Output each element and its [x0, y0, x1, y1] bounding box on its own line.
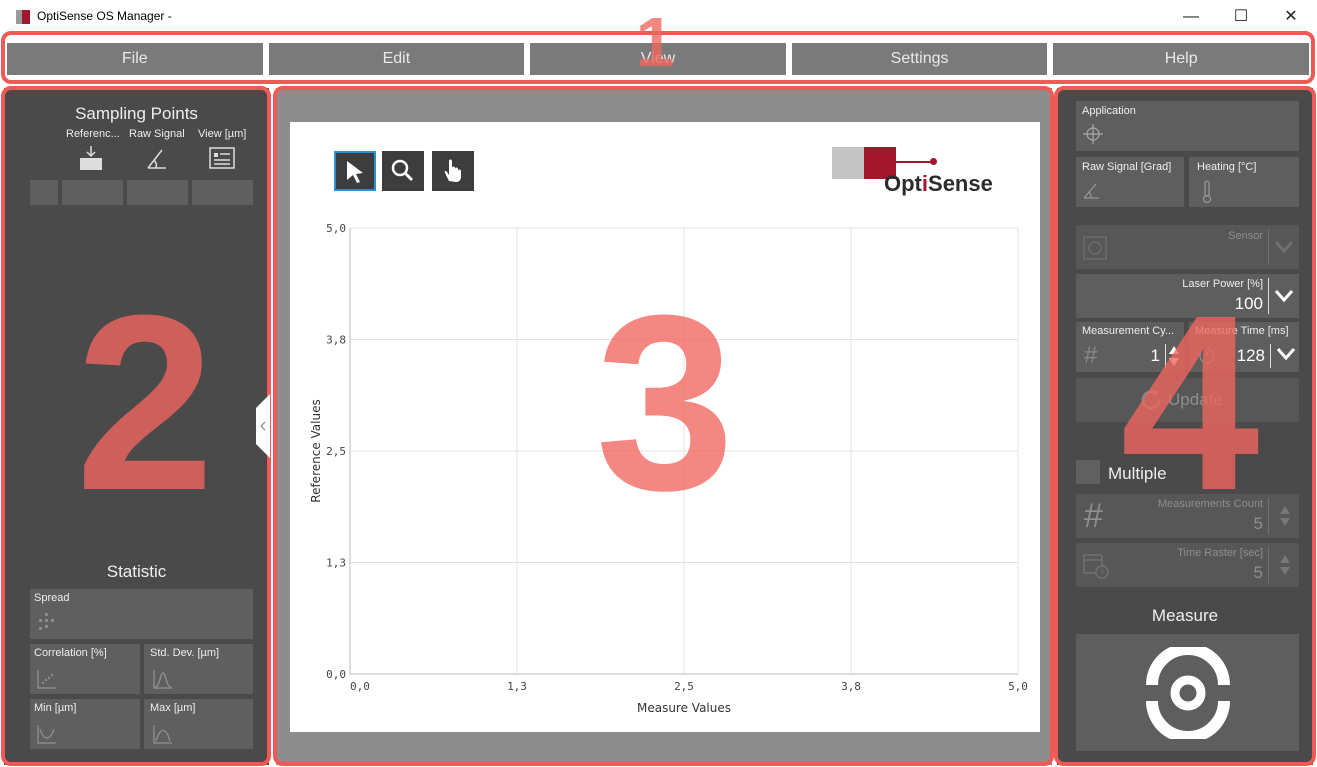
region-frame-1 — [1, 31, 1315, 84]
title-bar: OptiSense OS Manager - — ☐ ✕ — [0, 0, 1317, 32]
window-title: OptiSense OS Manager - — [37, 9, 172, 23]
collapse-left-panel-handle[interactable] — [256, 394, 270, 458]
region-frame-3 — [273, 86, 1054, 766]
minimize-button[interactable]: — — [1176, 6, 1206, 28]
close-button[interactable]: ✕ — [1276, 6, 1306, 28]
maximize-button[interactable]: ☐ — [1226, 6, 1256, 28]
app-logo-icon — [16, 10, 30, 24]
region-frame-2 — [1, 86, 271, 766]
region-frame-4 — [1054, 86, 1316, 766]
